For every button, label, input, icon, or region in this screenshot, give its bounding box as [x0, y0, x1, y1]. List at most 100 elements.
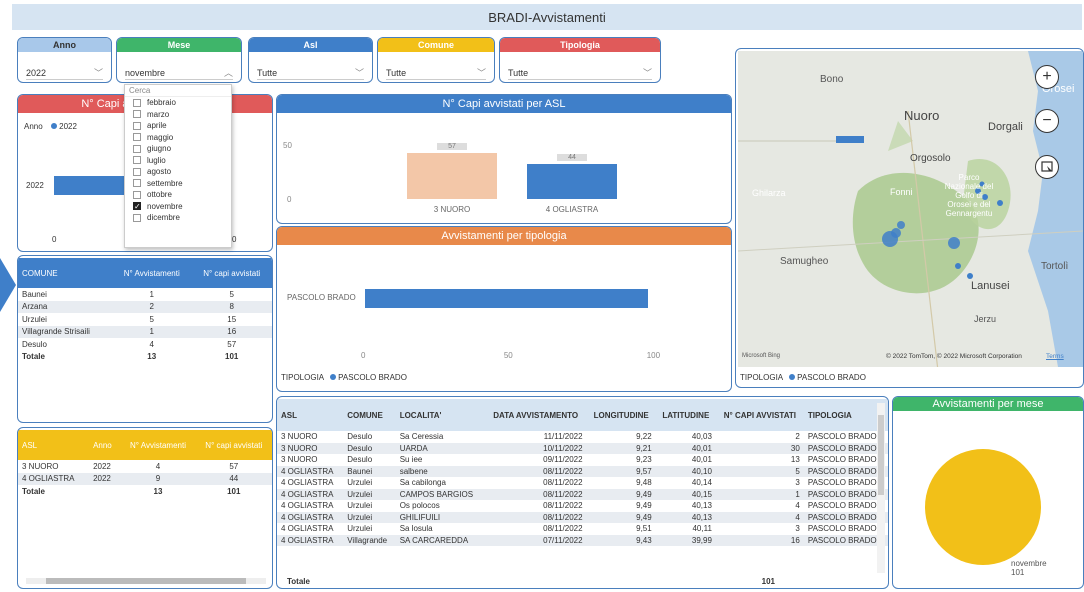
table-row[interactable]: 4 OGLIASTRA Urzulei Sa losula 08/11/2022 9,5… [277, 523, 888, 535]
dropdown-item-novembre[interactable]: ✓ novembre [125, 201, 231, 213]
table-row[interactable]: Urzulei 5 15 [18, 313, 272, 326]
checkbox-icon[interactable] [133, 121, 141, 130]
checkbox-icon[interactable] [133, 144, 141, 153]
chevron-down-icon[interactable]: ﹀ [94, 66, 103, 79]
slicer-asl-value: Tutte [257, 67, 278, 78]
table-cell: 4 [155, 461, 161, 471]
table-row[interactable]: 3 NUORO Desulo Sa Ceressia 11/11/2022 9,22 40… [277, 431, 888, 443]
table-row[interactable]: Desulo 4 57 [18, 338, 272, 351]
slicer-anno[interactable]: Anno 2022 ﹀ [17, 37, 112, 83]
table-row[interactable]: 4 OGLIASTRA Urzulei Sa cabilonga 08/11/2022… [277, 477, 888, 489]
table-row[interactable]: 4 OGLIASTRA Urzulei GHILIFUILI 08/11/2022 9,… [277, 511, 888, 523]
col-header[interactable]: ASL [277, 399, 344, 431]
chevron-up-icon[interactable]: ︿ [224, 66, 233, 79]
col-header[interactable]: LATITUDINE [655, 399, 716, 431]
dropdown-item-luglio[interactable]: luglio [125, 155, 231, 167]
table-cell [89, 485, 120, 498]
table-row[interactable]: 3 NUORO Desulo UARDA 10/11/2022 9,21 40,01 30 P… [277, 442, 888, 454]
table-row[interactable]: 4 OGLIASTRA Baunei salbene 08/11/2022 9,57 40… [277, 465, 888, 477]
slicer-tipologia[interactable]: Tipologia Tutte ﹀ [499, 37, 661, 83]
chevron-down-icon[interactable]: ﹀ [355, 66, 364, 79]
col-header[interactable]: Anno [89, 430, 121, 460]
table-row[interactable]: Villagrande Strisaili 1 16 [18, 325, 272, 338]
map-canvas[interactable]: Bono Orosei Nuoro Dorgali Orgosolo Ghila… [738, 51, 1083, 367]
total-label: Totale [287, 577, 310, 586]
table-cell: 9,21 [586, 442, 656, 454]
chevron-down-icon[interactable]: ﹀ [477, 66, 486, 79]
table-cell: 40,13 [691, 501, 712, 511]
bar-2022[interactable] [54, 176, 124, 195]
table-cell: Urzulei [347, 478, 373, 488]
table-cell: 13 [790, 455, 800, 465]
col-header[interactable]: N° CAPI AVVISTATI [715, 399, 804, 431]
checkbox-icon[interactable] [133, 156, 141, 165]
table-cell: PASCOLO BRADO [807, 432, 877, 442]
table-cell: Sa cabilonga [399, 478, 446, 488]
mese-dropdown[interactable]: Cerca febbraio marzo aprile maggio giugno lug… [124, 84, 232, 248]
table-row[interactable]: 3 NUORO 2022 4 57 [18, 460, 272, 473]
pie-slice-novembre[interactable] [925, 449, 1041, 565]
col-header[interactable]: N° Avvistamenti [120, 430, 196, 460]
col-header[interactable]: N° capi avvistati [191, 258, 272, 288]
table-cell: 3 [795, 524, 800, 534]
checkbox-icon[interactable] [133, 133, 141, 142]
horizontal-scrollbar[interactable] [26, 578, 266, 584]
col-header[interactable]: TIPOLOGIA [803, 399, 888, 431]
dropdown-item-febbraio[interactable]: febbraio [125, 97, 231, 109]
col-header[interactable]: LOCALITA' [395, 399, 485, 431]
table-cell: PASCOLO BRADO [803, 534, 888, 546]
bar-3-nuoro[interactable] [407, 153, 497, 199]
col-header[interactable]: DATA AVVISTAMENTO [484, 399, 587, 431]
slicer-mese[interactable]: Mese novembre ︿ [116, 37, 242, 83]
col-header[interactable]: N° Avvistamenti [112, 258, 192, 288]
col-header[interactable]: COMUNE [18, 258, 113, 288]
dropdown-search-input[interactable]: Cerca [125, 85, 231, 97]
table-cell: salbene [395, 465, 485, 477]
bar-pascolo-brado[interactable] [365, 289, 648, 308]
pie-label: novembre 101 [1011, 559, 1047, 577]
dropdown-item-aprile[interactable]: aprile [125, 120, 231, 132]
zoom-out-button[interactable]: − [1035, 109, 1059, 133]
slicer-comune[interactable]: Comune Tutte ﹀ [377, 37, 495, 83]
dropdown-item-ottobre[interactable]: ottobre [125, 189, 231, 201]
dropdown-item-settembre[interactable]: settembre [125, 178, 231, 190]
zoom-in-button[interactable]: + [1035, 65, 1059, 89]
table-row[interactable]: Baunei 1 5 [18, 288, 272, 301]
checkbox-icon[interactable] [133, 110, 141, 119]
dropdown-item-giugno[interactable]: giugno [125, 143, 231, 155]
checkbox-icon[interactable]: ✓ [133, 202, 141, 211]
table-cell: 4 OGLIASTRA [281, 501, 334, 511]
table-cell: CAMPOS BARGIOS [395, 488, 485, 500]
select-tool-icon[interactable] [1035, 155, 1059, 179]
col-header[interactable]: ASL [18, 430, 90, 460]
table-cell: Baunei [343, 465, 396, 477]
col-header[interactable]: COMUNE [343, 399, 396, 431]
dropdown-item-dicembre[interactable]: dicembre [125, 212, 231, 224]
checkbox-icon[interactable] [133, 98, 141, 107]
checkbox-icon[interactable] [133, 213, 141, 222]
bar-4-ogliastra[interactable] [527, 163, 617, 199]
y-category-label: PASCOLO BRADO [287, 293, 356, 302]
col-header[interactable]: LONGITUDINE [586, 399, 656, 431]
checkbox-icon[interactable] [133, 190, 141, 199]
table-cell: 4 OGLIASTRA [18, 472, 90, 485]
table-row[interactable]: 4 OGLIASTRA Villagrande SA CARCAREDDA 07/11… [277, 534, 888, 546]
checkbox-icon[interactable] [133, 179, 141, 188]
vertical-scrollbar[interactable] [877, 403, 885, 573]
dropdown-item-maggio[interactable]: maggio [125, 132, 231, 144]
table-row[interactable]: 4 OGLIASTRA Urzulei Os polocos 08/11/2022 9,… [277, 500, 888, 512]
dropdown-item-marzo[interactable]: marzo [125, 109, 231, 121]
table-row[interactable]: 3 NUORO Desulo Su iee 09/11/2022 9,23 40,01 13… [277, 454, 888, 466]
terms-link[interactable]: Terms [1046, 353, 1064, 360]
dropdown-item-label: maggio [147, 132, 174, 142]
col-header[interactable]: N° capi avvistati [195, 430, 272, 460]
table-row[interactable]: 4 OGLIASTRA Urzulei CAMPOS BARGIOS 08/11/20… [277, 488, 888, 500]
dropdown-item-agosto[interactable]: agosto [125, 166, 231, 178]
table-row[interactable]: 4 OGLIASTRA 2022 9 44 [18, 472, 272, 485]
data-label: 44 [557, 153, 587, 161]
slicer-asl[interactable]: Asl Tutte ﹀ [248, 37, 373, 83]
chevron-down-icon[interactable]: ﹀ [643, 66, 652, 79]
checkbox-icon[interactable] [133, 167, 141, 176]
table-row[interactable]: Arzana 2 8 [18, 300, 272, 313]
table-cell: 13 [147, 352, 157, 362]
